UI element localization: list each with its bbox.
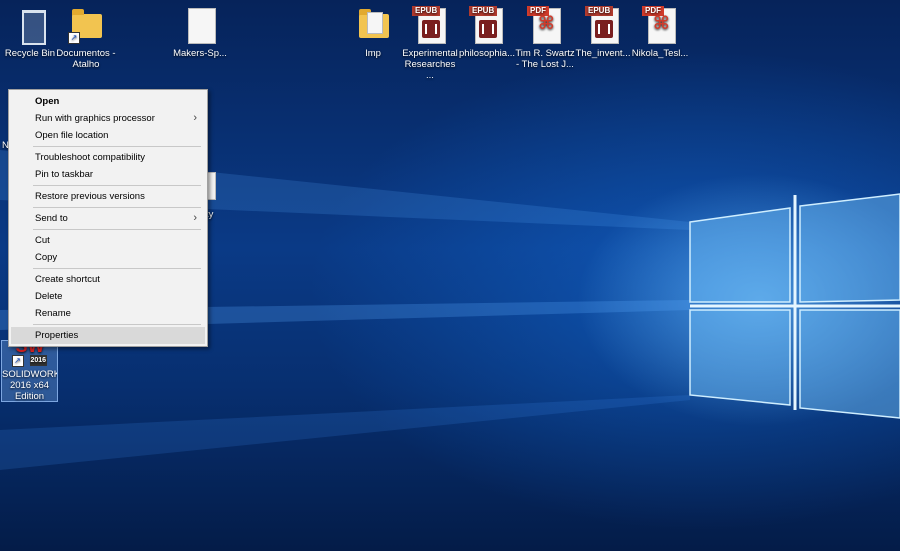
book-icon [479,20,497,38]
menu-item-rename[interactable]: Rename [11,305,205,322]
desktop-icon-label: Imp [365,48,381,59]
desktop-icon-label: philosophia... [459,48,515,59]
menu-separator [33,268,201,269]
desktop-icon-label: Makers-Sp... [173,48,227,59]
book-icon [422,20,440,38]
desktop-icon-makers[interactable]: Makers-Sp... [170,6,230,59]
menu-separator [33,229,201,230]
desktop-icon-imp[interactable]: Imp [343,6,403,59]
desktop-icon-documentos[interactable]: ↗ Documentos - Atalho [56,6,116,70]
document-in-folder-icon [367,12,383,34]
menu-item-open[interactable]: Open [11,93,205,110]
desktop-icon-pdf-nikola-tesla[interactable]: PDF ⌘ Nikola_Tesl... [630,6,690,59]
menu-separator [33,185,201,186]
desktop-icon-label: SOLIDWORKS 2016 x64 Edition [2,369,57,402]
context-menu: Open Run with graphics processor › Open f… [8,89,208,347]
desktop-icon-label: Documentos - Atalho [56,48,116,70]
menu-item-pin-to-taskbar[interactable]: Pin to taskbar [11,166,205,183]
acrobat-icon: ⌘ [653,13,670,33]
version-badge: 2016 [29,355,48,366]
desktop-icon-recycle-bin[interactable]: Recycle Bin [0,6,60,59]
menu-item-restore-previous-versions[interactable]: Restore previous versions [11,188,205,205]
desktop-icon-label: Experimental Researches ... [402,48,458,81]
menu-item-open-file-location[interactable]: Open file location [11,127,205,144]
menu-item-delete[interactable]: Delete [11,288,205,305]
desktop-icon-pdf-tim-swartz[interactable]: PDF ⌘ Tim R. Swartz - The Lost J... [515,6,575,70]
epub-badge: EPUB [412,6,441,16]
desktop-icon-label: Recycle Bin [4,48,56,59]
shortcut-arrow-icon: ↗ [11,355,24,367]
desktop-icon-epub-experimental[interactable]: EPUB Experimental Researches ... [400,6,460,81]
menu-item-run-with-graphics-processor[interactable]: Run with graphics processor › [11,110,205,127]
desktop-icon-label: Nikola_Tesl... [631,48,689,59]
desktop-icon-epub-invent[interactable]: EPUB The_invent... [573,6,633,59]
menu-item-properties[interactable]: Properties [11,327,205,344]
desktop-icon-epub-philosophia[interactable]: EPUB philosophia... [457,6,517,59]
menu-separator [33,146,201,147]
submenu-arrow-icon: › [193,212,197,224]
file-icon [188,8,216,44]
desktop-icon-solidworks[interactable]: SW ↗ 2016 SOLIDWORKS 2016 x64 Edition [1,337,58,402]
epub-badge: EPUB [469,6,498,16]
desktop-icon-label: Tim R. Swartz - The Lost J... [515,48,575,70]
desktop-icon-label: The_invent... [575,48,631,59]
menu-item-create-shortcut[interactable]: Create shortcut [11,271,205,288]
submenu-arrow-icon: › [193,112,197,124]
acrobat-icon: ⌘ [538,13,555,33]
epub-badge: EPUB [585,6,614,16]
menu-item-send-to[interactable]: Send to › [11,210,205,227]
menu-separator [33,207,201,208]
shortcut-arrow-icon: ↗ [68,32,80,44]
menu-item-cut[interactable]: Cut [11,232,205,249]
menu-item-troubleshoot-compatibility[interactable]: Troubleshoot compatibility [11,149,205,166]
menu-item-copy[interactable]: Copy [11,249,205,266]
book-icon [595,20,613,38]
menu-separator [33,324,201,325]
recycle-bin-icon [22,10,46,45]
